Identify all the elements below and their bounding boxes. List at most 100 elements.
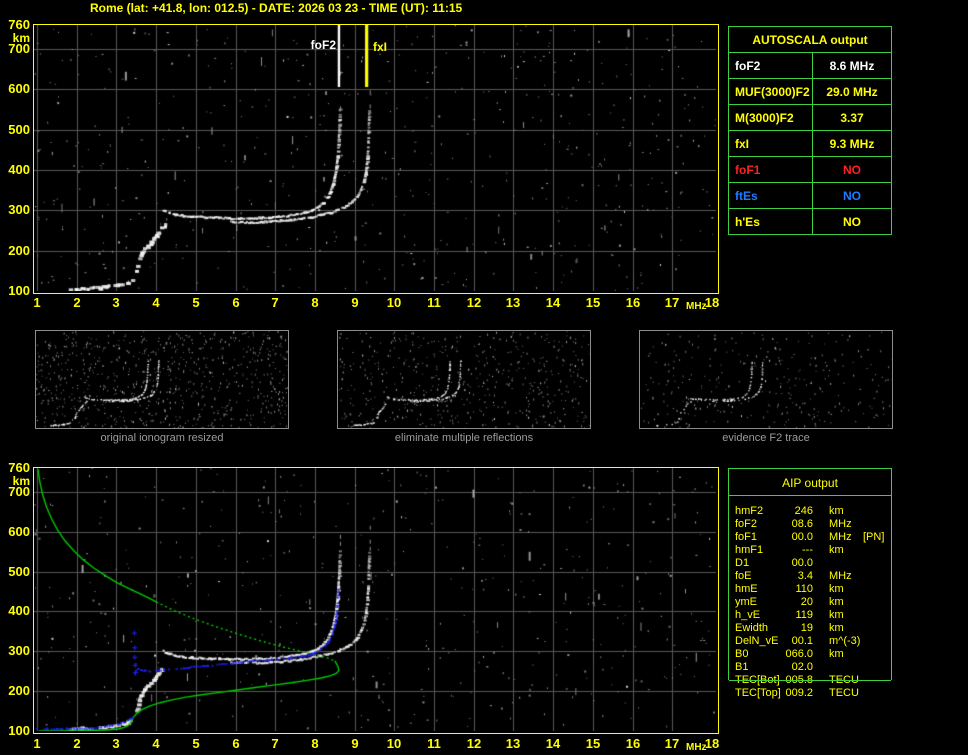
aip-row-value: 02.0 bbox=[791, 661, 813, 673]
aip-row: ymE 20 km bbox=[729, 596, 891, 609]
x-tick-label: 2 bbox=[73, 295, 81, 310]
table-row: h'Es NO bbox=[728, 208, 892, 235]
fxi-marker-label: fxI bbox=[373, 40, 388, 54]
x-tick-label: 14 bbox=[545, 736, 561, 751]
aip-row-value: 00.0 bbox=[791, 557, 813, 569]
y-tick-label: 700 bbox=[8, 484, 30, 499]
x-tick-label: 8 bbox=[311, 295, 319, 310]
x-tick-label: 7 bbox=[271, 736, 279, 751]
aip-row-unit: TECU bbox=[829, 687, 859, 699]
aip-row-value: 110 bbox=[795, 583, 813, 595]
autoscala-row-value: 29.0 MHz bbox=[812, 78, 892, 105]
aip-row: hmF2 246 km bbox=[729, 505, 891, 518]
autoscala-row-label: foF1 bbox=[728, 156, 813, 183]
aip-row-value: 00.1 bbox=[791, 635, 813, 647]
y-tick-label: 200 bbox=[8, 683, 30, 698]
table-row: M(3000)F2 3.37 bbox=[728, 104, 892, 131]
x-tick-label: 3 bbox=[112, 736, 120, 751]
x-tick-label: 10 bbox=[386, 736, 402, 751]
x-tick-label: 18 bbox=[704, 295, 720, 310]
y-tick-label: 500 bbox=[8, 122, 30, 137]
thumbnail-evidence-f2 bbox=[639, 330, 893, 429]
aip-row-value: --- bbox=[802, 544, 813, 556]
aip-row-value: 00.0 bbox=[791, 531, 813, 543]
aip-row-unit: km bbox=[829, 544, 844, 556]
x-tick-label: 14 bbox=[545, 295, 561, 310]
x-tick-label: 4 bbox=[152, 736, 160, 751]
aip-output-table: AIP output hmF2 246 km foF2 08.6 MHz foF1 00.0 M… bbox=[728, 468, 892, 699]
thumbnail-original-ionogram bbox=[35, 330, 289, 429]
autoscala-row-value: 3.37 bbox=[812, 104, 892, 131]
x-tick-label: 12 bbox=[466, 736, 482, 751]
aip-row-value: 246 bbox=[794, 505, 813, 517]
aip-row-unit: MHz bbox=[829, 518, 852, 530]
autoscala-row-label: MUF(3000)F2 bbox=[728, 78, 813, 105]
thumbnail-caption-1: original ionogram resized bbox=[100, 432, 224, 444]
autoscala-row-label: foF2 bbox=[728, 52, 813, 79]
aip-row-unit: km bbox=[829, 505, 844, 517]
thumbnail-eliminate-canvas bbox=[338, 331, 590, 428]
x-tick-label: 9 bbox=[351, 736, 359, 751]
x-tick-label: 9 bbox=[351, 295, 359, 310]
thumbnail-original-canvas bbox=[36, 331, 288, 428]
aip-row: foF2 08.6 MHz bbox=[729, 518, 891, 531]
table-row: foF1 NO bbox=[728, 156, 892, 183]
main-ionogram-plot bbox=[33, 24, 719, 294]
aip-row-unit: km bbox=[829, 583, 844, 595]
aip-row-unit: MHz bbox=[829, 570, 852, 582]
x-tick-label: 16 bbox=[625, 295, 641, 310]
aip-row-value: 08.6 bbox=[791, 518, 813, 530]
aip-row: B0 066.0 km bbox=[729, 648, 891, 661]
aip-row-unit: m^(-3) bbox=[829, 635, 861, 647]
page-title: Rome (lat: +41.8, lon: 012.5) - DATE: 20… bbox=[90, 1, 463, 15]
aip-table-header: AIP output bbox=[782, 476, 838, 490]
aip-row: DelN_vE 00.1 m^(-3) bbox=[729, 635, 891, 648]
autoscala-row-label: h'Es bbox=[728, 208, 813, 235]
aip-header-divider bbox=[729, 495, 891, 496]
autoscala-row-label: ftEs bbox=[728, 182, 813, 209]
autoscala-row-value: NO bbox=[812, 182, 892, 209]
aip-row: TEC[Top] 009.2 TECU bbox=[729, 687, 891, 700]
y-tick-label: 600 bbox=[8, 81, 30, 96]
autoscala-row-value: 9.3 MHz bbox=[812, 130, 892, 157]
y-tick-label: 400 bbox=[8, 603, 30, 618]
y-tick-label: 700 bbox=[8, 41, 30, 56]
aip-bottom-border-line bbox=[729, 680, 891, 681]
table-row: MUF(3000)F2 29.0 MHz bbox=[728, 78, 892, 105]
x-tick-label: 1 bbox=[33, 736, 41, 751]
aip-row-value: 119 bbox=[795, 609, 813, 621]
thumbnail-eliminate-reflections bbox=[337, 330, 591, 429]
x-tick-label: 7 bbox=[271, 295, 279, 310]
aip-row-unit: km bbox=[829, 609, 844, 621]
y-tick-label: 760 bbox=[8, 17, 30, 32]
autoscala-row-label: M(3000)F2 bbox=[728, 104, 813, 131]
aip-row: foE 3.4 MHz bbox=[729, 570, 891, 583]
aip-row: D1 00.0 bbox=[729, 557, 891, 570]
main-ionogram-canvas bbox=[34, 25, 716, 291]
x-tick-label: 5 bbox=[192, 736, 200, 751]
y-tick-label: 500 bbox=[8, 564, 30, 579]
autoscala-row-value: NO bbox=[812, 208, 892, 235]
x-tick-label: 17 bbox=[664, 736, 680, 751]
x-tick-label: 1 bbox=[33, 295, 41, 310]
aip-row: foF1 00.0 MHz [PN] bbox=[729, 531, 891, 544]
x-tick-label: 12 bbox=[466, 295, 482, 310]
x-tick-label: 6 bbox=[232, 295, 240, 310]
aip-row: hmF1 --- km bbox=[729, 544, 891, 557]
autoscala-table-header: AUTOSCALA output bbox=[728, 26, 892, 53]
aip-row: hmE 110 km bbox=[729, 583, 891, 596]
aip-row-value: 066.0 bbox=[785, 648, 813, 660]
y-tick-label: 400 bbox=[8, 162, 30, 177]
x-tick-label: 11 bbox=[427, 736, 441, 751]
table-row: fxI 9.3 MHz bbox=[728, 130, 892, 157]
y-tick-label: 600 bbox=[8, 524, 30, 539]
x-tick-label: 18 bbox=[704, 736, 720, 751]
aip-row-unit: km bbox=[829, 622, 844, 634]
x-tick-label: 15 bbox=[585, 736, 601, 751]
y-tick-label: 200 bbox=[8, 243, 30, 258]
table-row: foF2 8.6 MHz bbox=[728, 52, 892, 79]
aip-row-value: 19 bbox=[800, 622, 813, 634]
aip-row-value: 20 bbox=[800, 596, 813, 608]
aip-row-unit: km bbox=[829, 596, 844, 608]
aip-row-value: 3.4 bbox=[797, 570, 813, 582]
